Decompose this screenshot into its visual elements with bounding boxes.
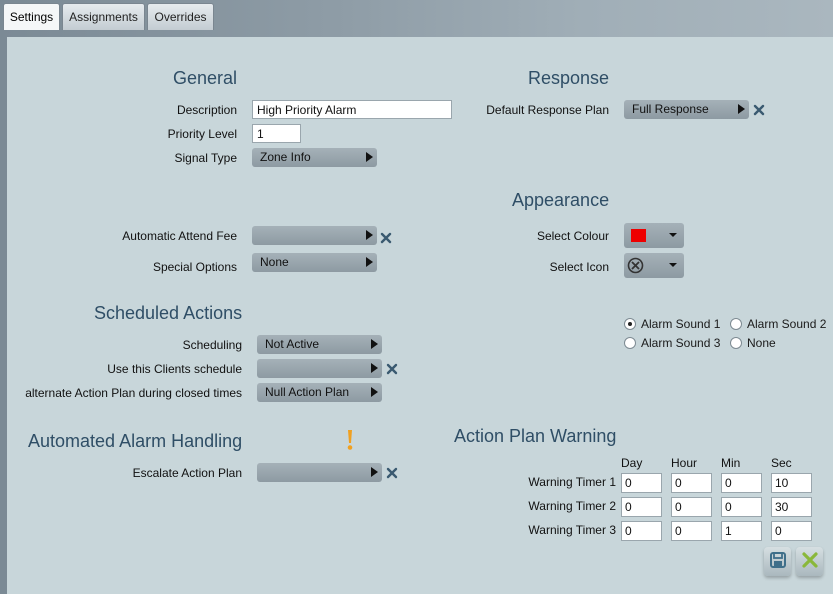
save-button[interactable] — [764, 547, 791, 576]
clear-clients-schedule-icon[interactable] — [386, 363, 398, 375]
attend-fee-label: Automatic Attend Fee — [122, 229, 237, 243]
clients-schedule-label: Use this Clients schedule — [107, 362, 242, 376]
column-sec: Sec — [771, 456, 792, 470]
special-options-label: Special Options — [152, 260, 237, 274]
warning-timer-2-label: Warning Timer 2 — [528, 499, 616, 513]
special-options-select[interactable]: None — [252, 253, 377, 272]
icon-dropdown[interactable] — [624, 253, 684, 278]
clients-schedule-select[interactable] — [257, 359, 382, 378]
radio-button — [730, 337, 742, 349]
radio-button — [730, 318, 742, 330]
alarm-sound-3-label: Alarm Sound 3 — [641, 336, 721, 350]
timer-2-sec-input[interactable] — [771, 497, 812, 517]
close-icon — [801, 551, 819, 572]
chevron-right-icon — [371, 467, 378, 477]
select-colour-label: Select Colour — [536, 229, 609, 243]
appearance-heading: Appearance — [512, 190, 610, 210]
chevron-right-icon — [366, 257, 373, 267]
response-heading: Response — [528, 68, 610, 88]
scheduling-value: Not Active — [265, 337, 320, 351]
timer-2-hour-input[interactable] — [671, 497, 712, 517]
alarm-sound-2-radio[interactable]: Alarm Sound 2 — [730, 317, 826, 331]
alarm-sound-none-radio[interactable]: None — [730, 336, 776, 350]
chevron-right-icon — [371, 363, 378, 373]
timer-1-sec-input[interactable] — [771, 473, 812, 493]
alarm-sound-none-label: None — [747, 336, 776, 350]
tab-settings[interactable]: Settings — [3, 3, 60, 30]
scheduling-label: Scheduling — [182, 338, 242, 352]
escalate-plan-select[interactable] — [257, 463, 382, 482]
priority-level-input[interactable] — [252, 124, 301, 143]
description-input[interactable] — [252, 100, 452, 119]
scheduling-select[interactable]: Not Active — [257, 335, 382, 354]
exclamation-icon — [345, 429, 355, 454]
chevron-down-icon — [669, 263, 677, 267]
chevron-right-icon — [371, 339, 378, 349]
column-min: Min — [721, 456, 741, 470]
clear-response-plan-icon[interactable] — [753, 104, 765, 116]
timer-2-min-input[interactable] — [721, 497, 762, 517]
alternate-plan-select[interactable]: Null Action Plan — [257, 383, 382, 402]
automated-handling-heading: Automated Alarm Handling — [28, 431, 243, 451]
response-plan-label: Default Response Plan — [486, 103, 609, 117]
clear-attend-fee-icon[interactable] — [380, 232, 392, 244]
timer-3-day-input[interactable] — [621, 521, 662, 541]
chevron-down-icon — [669, 233, 677, 237]
clear-escalate-plan-icon[interactable] — [386, 467, 398, 479]
colour-swatch — [631, 229, 646, 242]
timer-2-day-input[interactable] — [621, 497, 662, 517]
timer-3-hour-input[interactable] — [671, 521, 712, 541]
priority-level-label: Priority Level — [167, 127, 237, 141]
description-label: Description — [176, 103, 237, 117]
response-plan-select[interactable]: Full Response — [624, 100, 749, 119]
chevron-right-icon — [366, 230, 373, 240]
alarm-sound-1-label: Alarm Sound 1 — [641, 317, 721, 331]
chevron-right-icon — [371, 387, 378, 397]
scheduled-actions-heading: Scheduled Actions — [94, 303, 243, 323]
colour-dropdown[interactable] — [624, 223, 684, 248]
tab-assignments[interactable]: Assignments — [62, 3, 145, 30]
timer-3-min-input[interactable] — [721, 521, 762, 541]
column-day: Day — [621, 456, 643, 470]
timer-1-day-input[interactable] — [621, 473, 662, 493]
response-plan-value: Full Response — [632, 102, 709, 116]
general-heading: General — [173, 68, 238, 88]
chevron-right-icon — [738, 104, 745, 114]
column-hour: Hour — [671, 456, 698, 470]
action-plan-warning-heading: Action Plan Warning — [454, 426, 617, 446]
alarm-sound-2-label: Alarm Sound 2 — [747, 317, 827, 331]
select-icon-label: Select Icon — [549, 260, 609, 274]
alarm-sound-3-radio[interactable]: Alarm Sound 3 — [624, 336, 720, 350]
warning-timer-1-label: Warning Timer 1 — [528, 475, 616, 489]
timer-1-min-input[interactable] — [721, 473, 762, 493]
chevron-right-icon — [366, 152, 373, 162]
special-options-value: None — [260, 255, 289, 269]
timer-3-sec-input[interactable] — [771, 521, 812, 541]
tab-overrides[interactable]: Overrides — [147, 3, 214, 30]
signal-type-select[interactable]: Zone Info — [252, 148, 377, 167]
escalate-plan-label: Escalate Action Plan — [132, 466, 242, 480]
settings-panel: General Description Priority Level Signa… — [7, 37, 833, 594]
warning-timer-3-label: Warning Timer 3 — [528, 523, 616, 537]
save-icon — [769, 551, 787, 572]
timer-1-hour-input[interactable] — [671, 473, 712, 493]
radio-button — [624, 318, 636, 330]
cancel-button[interactable] — [796, 547, 823, 576]
signal-type-value: Zone Info — [260, 150, 311, 164]
circle-x-icon — [627, 257, 644, 277]
signal-type-label: Signal Type — [174, 151, 238, 165]
alternate-plan-value: Null Action Plan — [265, 385, 350, 399]
attend-fee-select[interactable] — [252, 226, 377, 245]
alarm-sound-1-radio[interactable]: Alarm Sound 1 — [624, 317, 720, 331]
radio-button — [624, 337, 636, 349]
alternate-plan-label: alternate Action Plan during closed time… — [25, 386, 242, 400]
